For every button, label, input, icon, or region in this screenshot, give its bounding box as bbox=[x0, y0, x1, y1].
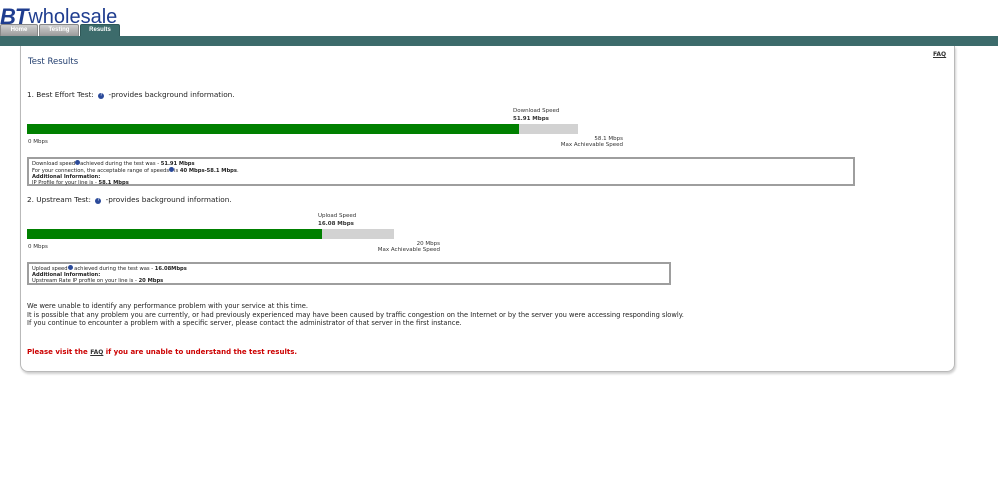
range-info-suffix: . bbox=[236, 168, 239, 174]
nav-tabs: Home Testing Results bbox=[0, 24, 121, 37]
upstream-heading: 2. Upstream Test: ? -provides background… bbox=[27, 195, 232, 204]
page-title: Test Results bbox=[28, 57, 79, 67]
best-effort-heading-suffix: -provides background information. bbox=[108, 90, 235, 99]
upstream-profile-prefix: Upstream Rate IP profile on your line is… bbox=[32, 278, 139, 284]
download-max-caption: Max Achievable Speed bbox=[560, 142, 623, 148]
faq-note-suffix: if you are unable to understand the test… bbox=[103, 348, 298, 356]
ip-profile-prefix: IP Profile for your line is - bbox=[32, 180, 99, 186]
upload-info-box: Upload speed achieved during the test wa… bbox=[27, 262, 671, 285]
download-bar-fill bbox=[27, 124, 520, 134]
download-zero-label: 0 Mbps bbox=[28, 139, 48, 145]
best-effort-heading-label: 1. Best Effort Test: bbox=[27, 90, 94, 99]
upload-max-caption: Max Achievable Speed bbox=[377, 247, 440, 253]
faq-link-bottom[interactable]: FAQ bbox=[90, 349, 103, 356]
upload-bar-fill bbox=[27, 229, 323, 239]
upload-speed-value: 16.08 Mbps bbox=[318, 221, 354, 227]
download-info-line1: Download speed achieved during the test w… bbox=[32, 160, 850, 167]
faq-note: Please visit the FAQ if you are unable t… bbox=[27, 348, 297, 356]
range-info-value: 40 Mbps-58.1 Mbps bbox=[179, 168, 237, 174]
download-speed-label: Download Speed bbox=[513, 108, 560, 114]
message-line1: We were unable to identify any performan… bbox=[27, 302, 309, 310]
upload-info-line3: Upstream Rate IP profile on your line is… bbox=[32, 278, 666, 284]
ip-profile-value: 58.1 Mbps bbox=[98, 180, 129, 186]
help-icon[interactable]: ? bbox=[95, 198, 102, 204]
download-info-line2: For your connection, the acceptable rang… bbox=[32, 167, 850, 174]
tab-testing[interactable]: Testing bbox=[39, 24, 79, 36]
upload-zero-label: 0 Mbps bbox=[28, 244, 48, 250]
tab-home[interactable]: Home bbox=[0, 24, 38, 36]
message-line3: If you continue to encounter a problem w… bbox=[27, 319, 462, 327]
download-info-line4: IP Profile for your line is - 58.1 Mbps bbox=[32, 180, 850, 186]
message-line2: It is possible that any problem you are … bbox=[27, 310, 684, 319]
upstream-heading-suffix: -provides background information. bbox=[105, 195, 232, 204]
faq-link-top[interactable]: FAQ bbox=[933, 51, 946, 58]
upload-info-line1: Upload speed achieved during the test wa… bbox=[32, 265, 666, 272]
download-bar-track bbox=[27, 124, 578, 134]
faq-note-prefix: Please visit the bbox=[27, 348, 91, 356]
upstream-profile-value: 20 Mbps bbox=[138, 278, 164, 284]
best-effort-heading: 1. Best Effort Test: ? -provides backgro… bbox=[27, 90, 235, 99]
download-info-box: Download speed achieved during the test w… bbox=[27, 157, 855, 186]
upload-info-value: 16.08Mbps bbox=[154, 266, 187, 272]
result-message: We were unable to identify any performan… bbox=[27, 302, 684, 328]
download-speed-value: 51.91 Mbps bbox=[513, 116, 549, 122]
help-icon[interactable]: ? bbox=[98, 93, 105, 99]
upload-bar-track bbox=[27, 229, 394, 239]
upstream-heading-label: 2. Upstream Test: bbox=[27, 195, 91, 204]
header-band bbox=[0, 36, 998, 46]
upload-speed-label: Upload Speed bbox=[318, 213, 357, 219]
